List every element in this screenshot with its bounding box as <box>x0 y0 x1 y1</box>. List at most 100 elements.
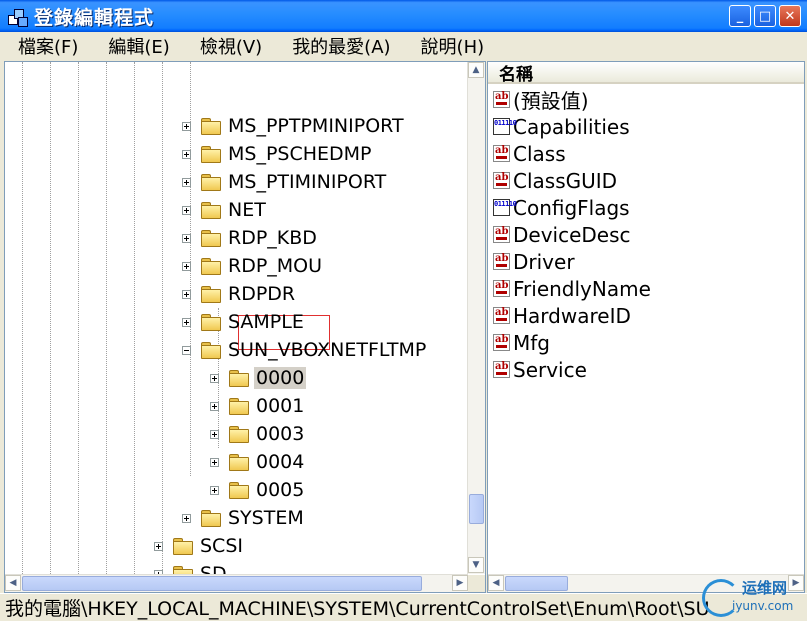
tree-node-label: NET <box>228 199 266 221</box>
tree-node[interactable]: 0005 <box>210 476 306 504</box>
expand-plus-icon[interactable] <box>182 205 191 215</box>
tree-node[interactable]: RDP_KBD <box>182 224 319 252</box>
tree-node-label: 0001 <box>256 395 305 417</box>
scroll-left-button[interactable]: ◀ <box>5 575 21 591</box>
value-row[interactable]: ab HardwareID <box>493 302 631 329</box>
column-header-name[interactable]: 名稱 <box>488 62 804 85</box>
menu-file[interactable]: 檔案(F) <box>0 33 90 59</box>
menu-help[interactable]: 說明(H) <box>403 33 497 59</box>
tree-node[interactable]: SAMPLE <box>182 308 306 336</box>
tree-node[interactable]: SYSTEM <box>182 504 306 532</box>
tree-node[interactable]: NET <box>182 196 268 224</box>
expand-plus-icon[interactable] <box>210 373 219 383</box>
expand-plus-icon[interactable] <box>210 485 219 495</box>
menu-view[interactable]: 檢視(V) <box>182 33 274 59</box>
expand-plus-icon[interactable] <box>182 149 191 159</box>
tree-vertical-scrollbar[interactable]: ▲ ▼ <box>467 62 485 574</box>
horizontal-scroll-thumb[interactable] <box>22 576 422 591</box>
expand-plus-icon[interactable] <box>210 429 219 439</box>
tree-node-label: MS_PSCHEDMP <box>228 143 372 165</box>
tree-guide-line <box>50 62 51 574</box>
value-row[interactable]: ab Driver <box>493 248 575 275</box>
string-value-icon: ab <box>493 361 510 378</box>
tree-node[interactable]: MS_PPTPMINIPORT <box>182 112 406 140</box>
close-button[interactable]: ✕ <box>779 5 801 27</box>
status-path: 我的電腦\HKEY_LOCAL_MACHINE\SYSTEM\CurrentCo… <box>5 598 710 620</box>
tree-node[interactable]: 0000 <box>210 364 307 392</box>
expand-plus-icon[interactable] <box>182 513 191 523</box>
menu-favorites[interactable]: 我的最愛(A) <box>274 33 402 59</box>
minimize-button[interactable]: _ <box>729 5 751 27</box>
folder-icon <box>201 202 221 219</box>
tree-node-label: 0000 <box>254 367 307 389</box>
maximize-button[interactable]: □ <box>754 5 776 27</box>
tree-node[interactable]: 0001 <box>210 392 306 420</box>
status-bar: 我的電腦\HKEY_LOCAL_MACHINE\SYSTEM\CurrentCo… <box>0 593 807 621</box>
expand-plus-icon[interactable] <box>182 261 191 271</box>
value-row[interactable]: ab DeviceDesc <box>493 221 631 248</box>
value-name: (預設值) <box>513 89 589 113</box>
expand-plus-icon[interactable] <box>182 177 191 187</box>
expand-plus-icon[interactable] <box>182 233 191 243</box>
scroll-down-button[interactable]: ▼ <box>468 557 484 573</box>
tree-node[interactable]: 0004 <box>210 448 306 476</box>
scroll-left-button[interactable]: ◀ <box>488 575 504 591</box>
folder-icon <box>201 342 221 359</box>
tree-node-label: MS_PTIMINIPORT <box>228 171 387 193</box>
key-tree: MS_PPTPMINIPORT MS_PSCHEDMP MS_PTIMINIPORT… <box>5 62 467 574</box>
window-title: 登錄編輯程式 <box>34 6 155 29</box>
scroll-up-button[interactable]: ▲ <box>468 62 484 78</box>
expand-plus-icon[interactable] <box>182 317 191 327</box>
expand-plus-icon[interactable] <box>210 457 219 467</box>
tree-guide-line <box>106 62 107 574</box>
scroll-thumb[interactable] <box>469 494 484 524</box>
menu-edit[interactable]: 編輯(E) <box>90 33 181 59</box>
string-value-icon: ab <box>493 226 510 243</box>
expand-plus-icon[interactable] <box>154 541 163 551</box>
folder-icon <box>201 146 221 163</box>
expand-plus-icon[interactable] <box>182 289 191 299</box>
value-row[interactable]: ab Service <box>493 356 587 383</box>
tree-node[interactable]: SD <box>154 560 229 574</box>
string-value-icon: ab <box>493 91 510 108</box>
tree-node[interactable]: SUN_VBOXNETFLTMP <box>182 336 428 364</box>
value-type-glyph: ab <box>495 334 509 345</box>
value-name: ConfigFlags <box>513 195 630 220</box>
expand-plus-icon[interactable] <box>210 401 219 411</box>
tree-horizontal-scrollbar[interactable]: ◀ ▶ <box>5 574 468 592</box>
binary-value-icon: 011110 <box>493 118 517 135</box>
key-tree-pane[interactable]: MS_PPTPMINIPORT MS_PSCHEDMP MS_PTIMINIPORT… <box>4 61 486 593</box>
tree-node[interactable]: MS_PSCHEDMP <box>182 140 374 168</box>
expand-plus-icon[interactable] <box>182 121 191 131</box>
tree-node[interactable]: MS_PTIMINIPORT <box>182 168 388 196</box>
value-name: DeviceDesc <box>513 222 631 247</box>
tree-node[interactable]: RDP_MOU <box>182 252 324 280</box>
tree-node-label: RDP_MOU <box>228 255 323 277</box>
tree-node[interactable]: SCSI <box>154 532 245 560</box>
watermark-subtext: iyunv.com <box>732 599 794 613</box>
registry-editor-window: 登錄編輯程式 _ □ ✕ 檔案(F) 編輯(E) 檢視(V) 我的最愛(A) 說… <box>0 0 807 621</box>
binary-value-icon: 011110 <box>493 199 517 216</box>
value-row[interactable]: ab Mfg <box>493 329 550 356</box>
value-name: Service <box>513 357 587 382</box>
scroll-right-button[interactable]: ▶ <box>452 575 468 591</box>
tree-node[interactable]: 0003 <box>210 420 306 448</box>
value-type-glyph: ab <box>495 172 509 183</box>
horizontal-scroll-thumb[interactable] <box>505 576 568 591</box>
value-type-glyph: ab <box>495 253 509 264</box>
value-row[interactable]: ab Class <box>493 140 566 167</box>
folder-icon <box>229 370 249 387</box>
string-value-icon: ab <box>493 253 510 270</box>
value-row[interactable]: 011110 Capabilities <box>493 113 630 140</box>
tree-node[interactable]: RDPDR <box>182 280 297 308</box>
title-bar[interactable]: 登錄編輯程式 _ □ ✕ <box>0 0 807 32</box>
string-value-icon: ab <box>493 307 510 324</box>
tree-node-label: SUN_VBOXNETFLTMP <box>228 339 427 361</box>
values-list-pane[interactable]: 名稱 ab (預設值) 011110 Capabilities ab Class ab Cla… <box>487 61 805 593</box>
value-row[interactable]: ab ClassGUID <box>493 167 617 194</box>
value-row[interactable]: ab FriendlyName <box>493 275 651 302</box>
value-row[interactable]: 011110 ConfigFlags <box>493 194 630 221</box>
value-row[interactable]: ab (預設值) <box>493 86 589 113</box>
tree-node-label: RDP_KBD <box>228 227 317 249</box>
collapse-minus-icon[interactable] <box>182 345 191 355</box>
